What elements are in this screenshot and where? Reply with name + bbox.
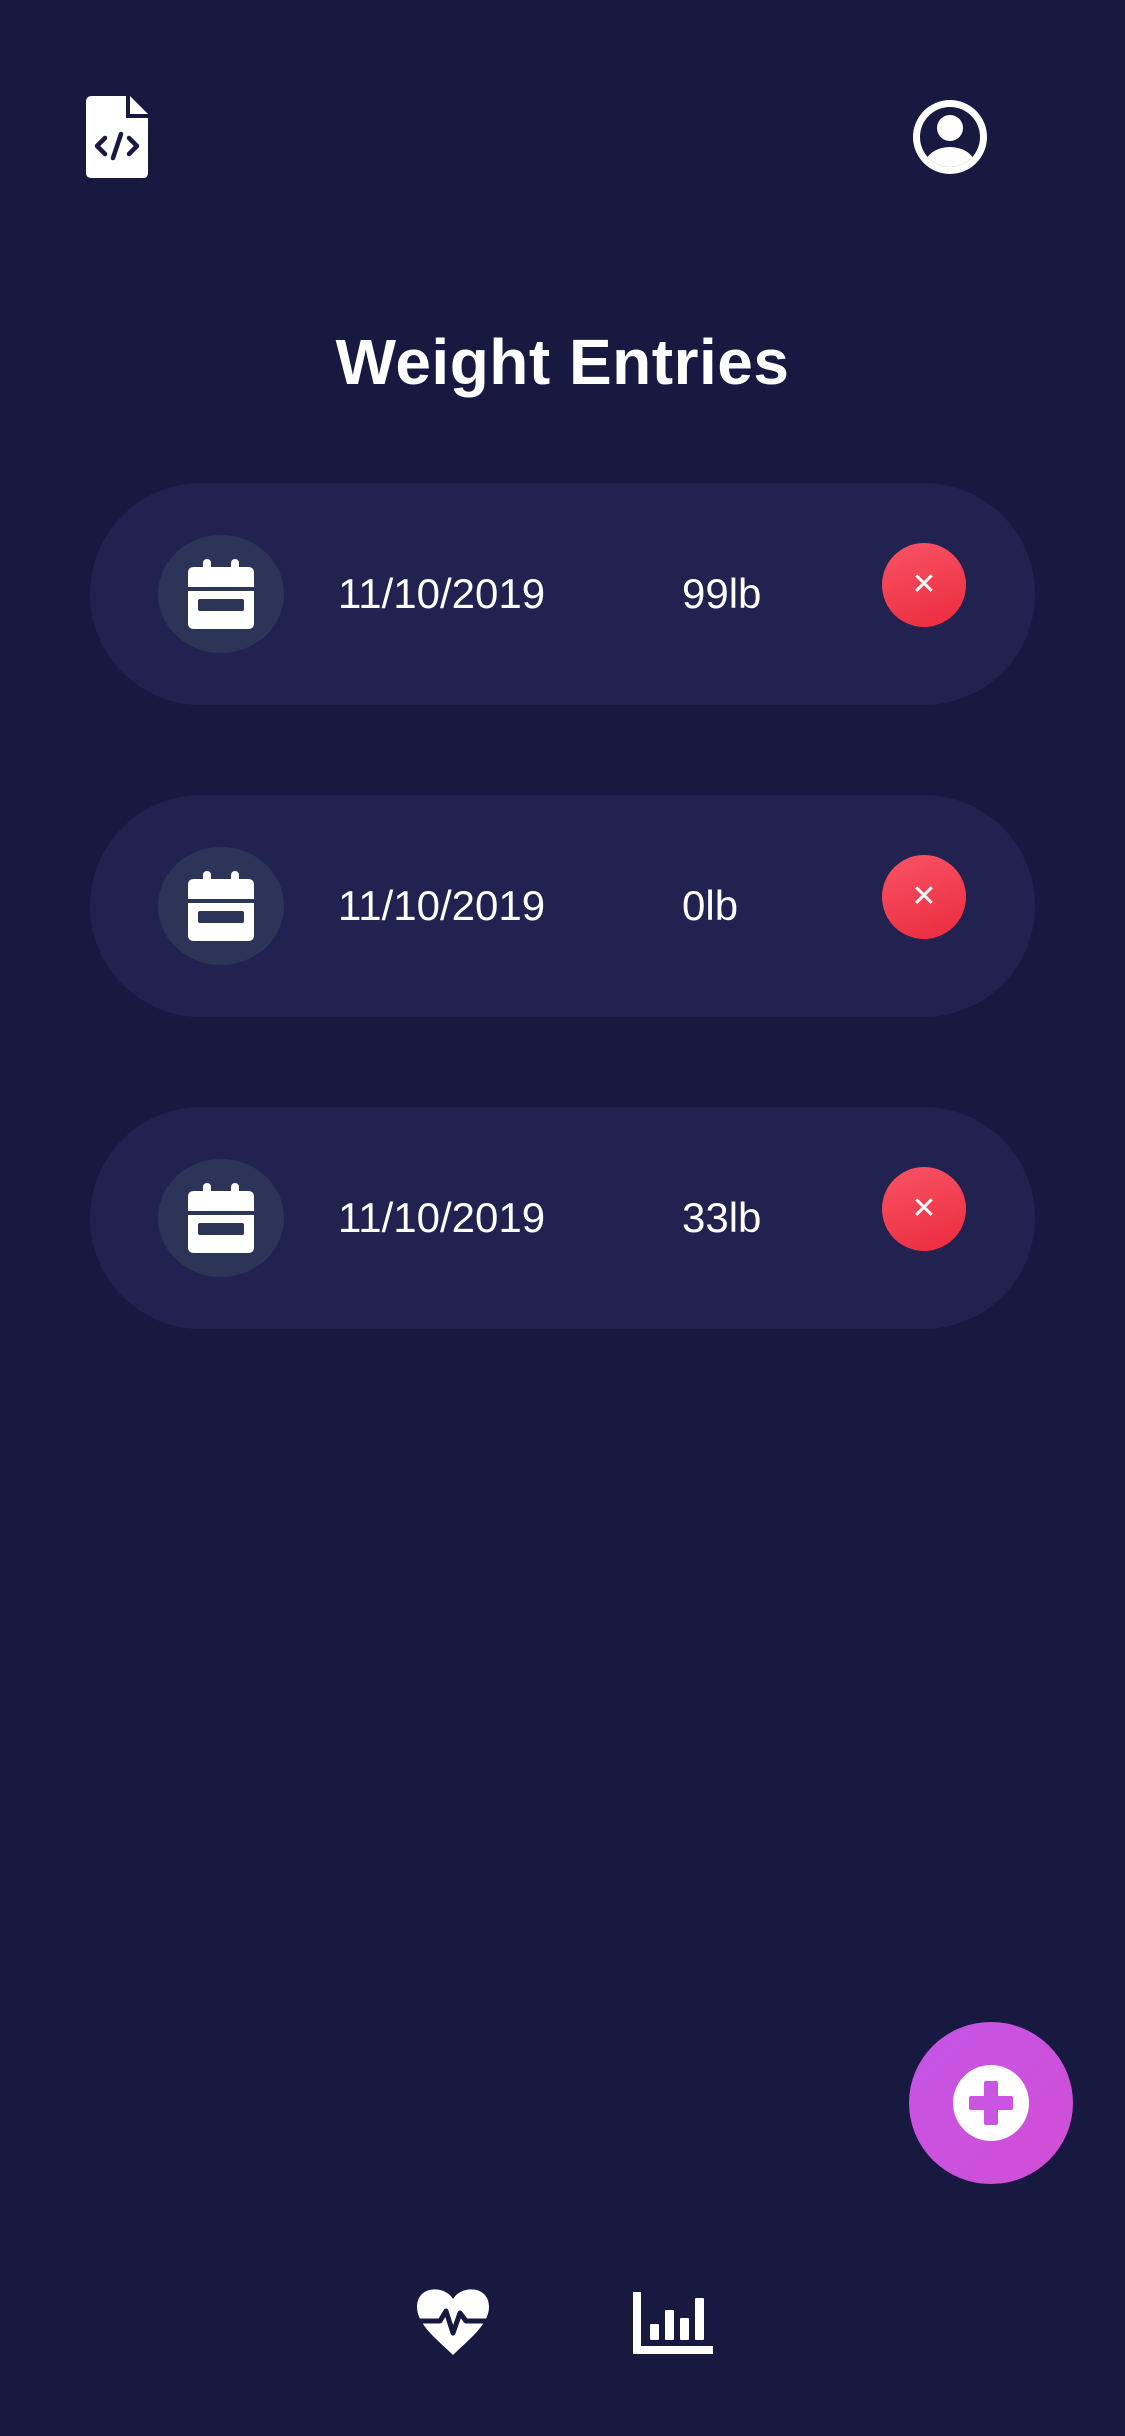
entry-date: 11/10/2019 bbox=[338, 1194, 546, 1241]
entry-weight: 0lb bbox=[682, 882, 739, 929]
user-circle-icon[interactable] bbox=[912, 99, 988, 175]
entry-date: 11/10/2019 bbox=[338, 570, 546, 617]
entry-card[interactable]: 11/10/2019 99lb ✕ bbox=[90, 483, 1035, 705]
calendar-badge bbox=[158, 847, 284, 965]
delete-entry-button[interactable]: ✕ bbox=[882, 855, 966, 939]
bar-chart-icon[interactable] bbox=[633, 2292, 713, 2354]
close-icon: ✕ bbox=[911, 568, 937, 601]
close-icon: ✕ bbox=[911, 880, 937, 913]
heartbeat-icon[interactable] bbox=[413, 2287, 493, 2357]
calendar-badge bbox=[158, 535, 284, 653]
calendar-icon bbox=[188, 1183, 254, 1253]
entry-date: 11/10/2019 bbox=[338, 882, 546, 929]
entry-card[interactable]: 11/10/2019 0lb ✕ bbox=[90, 795, 1035, 1017]
delete-entry-button[interactable]: ✕ bbox=[882, 1167, 966, 1251]
entry-weight: 99lb bbox=[682, 570, 762, 617]
add-entry-button[interactable] bbox=[909, 2022, 1073, 2184]
entry-card[interactable]: 11/10/2019 33lb ✕ bbox=[90, 1107, 1035, 1329]
close-icon: ✕ bbox=[911, 1192, 937, 1225]
entries-list: 11/10/2019 99lb ✕ 11/10/2019 0lb ✕ 11/10… bbox=[90, 483, 1035, 1419]
delete-entry-button[interactable]: ✕ bbox=[882, 543, 966, 627]
entry-weight: 33lb bbox=[682, 1194, 762, 1241]
calendar-badge bbox=[158, 1159, 284, 1277]
calendar-icon bbox=[188, 559, 254, 629]
page-title: Weight Entries bbox=[335, 326, 790, 398]
file-code-icon[interactable] bbox=[86, 96, 148, 178]
plus-circle-icon bbox=[953, 2065, 1029, 2141]
calendar-icon bbox=[188, 871, 254, 941]
